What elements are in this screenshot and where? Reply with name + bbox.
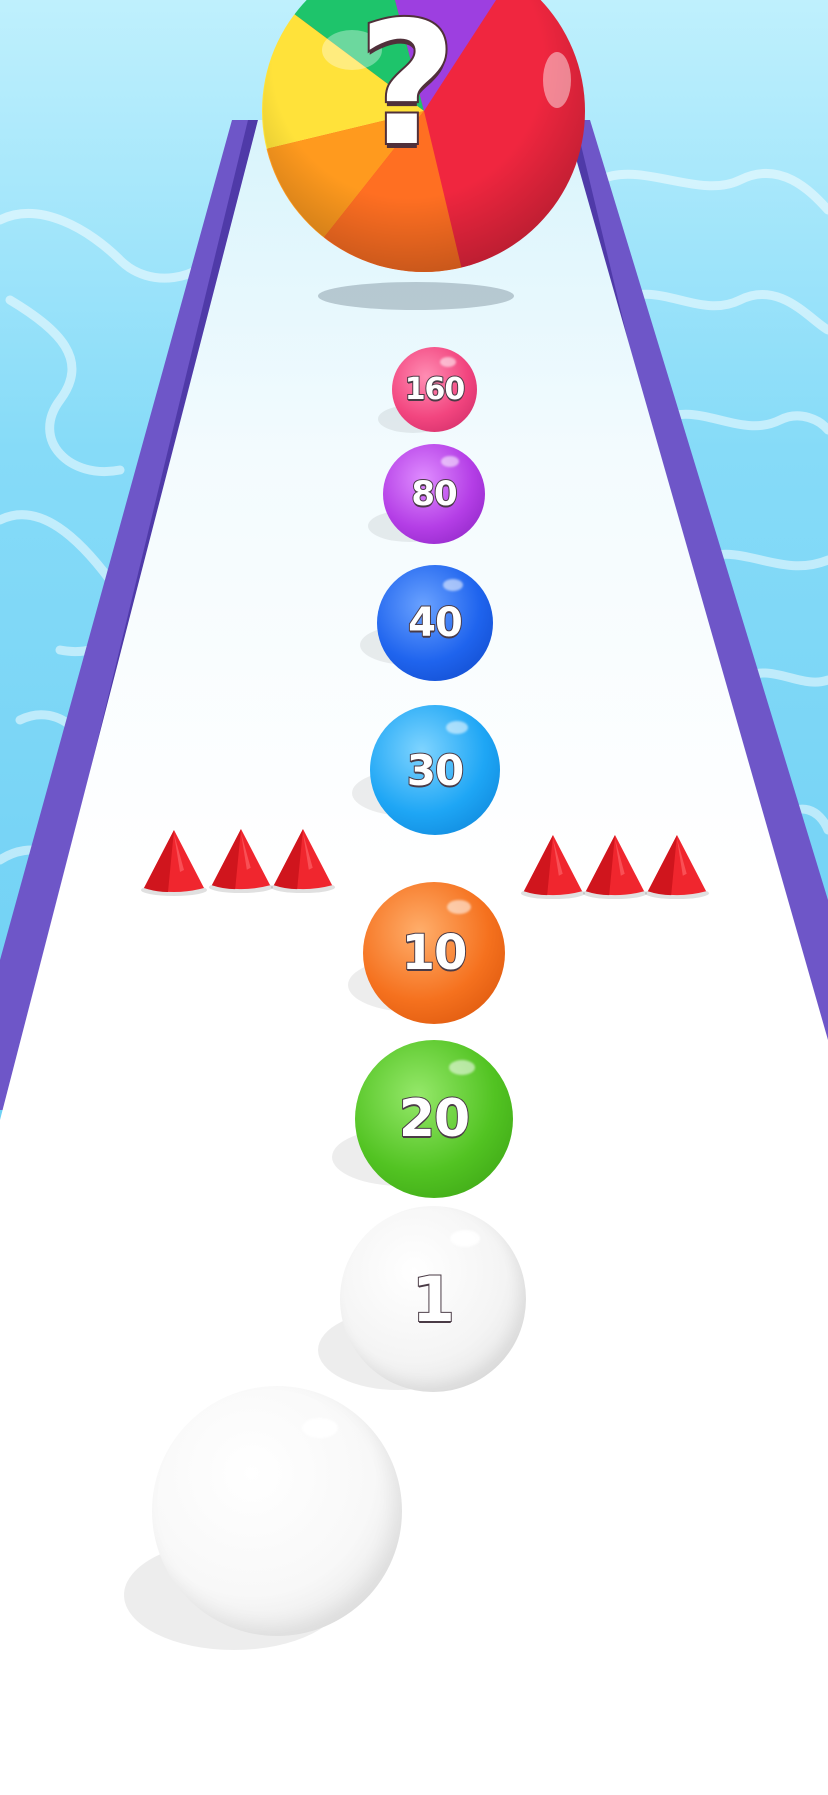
player-ball[interactable] — [152, 1386, 402, 1636]
ball-20[interactable]: 20 — [355, 1040, 513, 1198]
spike-right-3 — [644, 834, 710, 900]
ball-40-label: 40 — [407, 599, 464, 647]
spike-left-1 — [141, 830, 207, 896]
spike-right-1 — [520, 834, 586, 900]
spike-right-2 — [582, 834, 648, 900]
ball-1-label: 1 — [411, 1262, 456, 1337]
game-scene[interactable]: ? 160 80 40 30 10 20 1 — [0, 0, 828, 1795]
ball-10[interactable]: 10 — [363, 882, 505, 1024]
spike-left-3 — [270, 828, 336, 894]
ball-10-label: 10 — [401, 924, 469, 982]
ball-160-label: 160 — [404, 371, 467, 408]
ball-160[interactable]: 160 — [392, 347, 477, 432]
mystery-ball-shadow — [318, 282, 514, 310]
question-mark-icon: ? — [356, 0, 459, 184]
ball-40[interactable]: 40 — [377, 565, 493, 681]
ball-80[interactable]: 80 — [383, 444, 485, 544]
ball-1[interactable]: 1 — [340, 1206, 526, 1392]
spike-left-2 — [208, 828, 274, 894]
ball-30[interactable]: 30 — [370, 705, 500, 835]
ball-30-label: 30 — [406, 745, 465, 796]
ball-80-label: 80 — [410, 473, 458, 515]
ball-20-label: 20 — [398, 1088, 471, 1150]
